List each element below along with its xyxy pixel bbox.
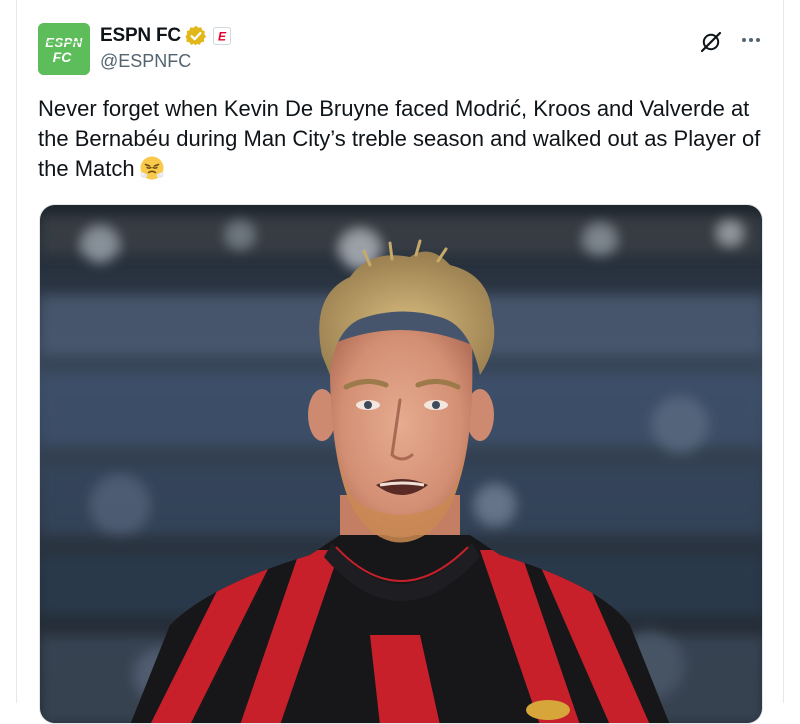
tweet-text-container: Never forget when Kevin De Bruyne faced …	[38, 94, 768, 184]
espn-fc-logo-icon: ESPN FC	[38, 23, 90, 75]
affiliate-badge-letter: E	[218, 30, 227, 42]
steam-from-nose-face-emoji-icon	[139, 155, 165, 181]
author-avatar[interactable]: ESPN FC	[38, 23, 90, 75]
tweet-card[interactable]: ESPN FC ESPN FC E @ESPNFC Never forget w…	[16, 0, 784, 724]
more-options-icon[interactable]	[739, 28, 763, 52]
avatar-logo-bottom-text: FC	[53, 49, 73, 65]
espn-affiliate-badge-icon[interactable]: E	[212, 27, 231, 45]
gold-verified-badge-icon[interactable]	[185, 25, 207, 47]
tweet-media-photo[interactable]	[39, 204, 763, 724]
player-photo-icon	[40, 205, 762, 723]
author-display-name[interactable]: ESPN FC	[100, 25, 181, 47]
tweet-header: ESPN FC ESPN FC E @ESPNFC	[38, 23, 763, 75]
author-info: ESPN FC E @ESPNFC	[100, 24, 231, 72]
author-handle[interactable]: @ESPNFC	[100, 51, 231, 72]
grok-icon[interactable]	[699, 30, 723, 54]
